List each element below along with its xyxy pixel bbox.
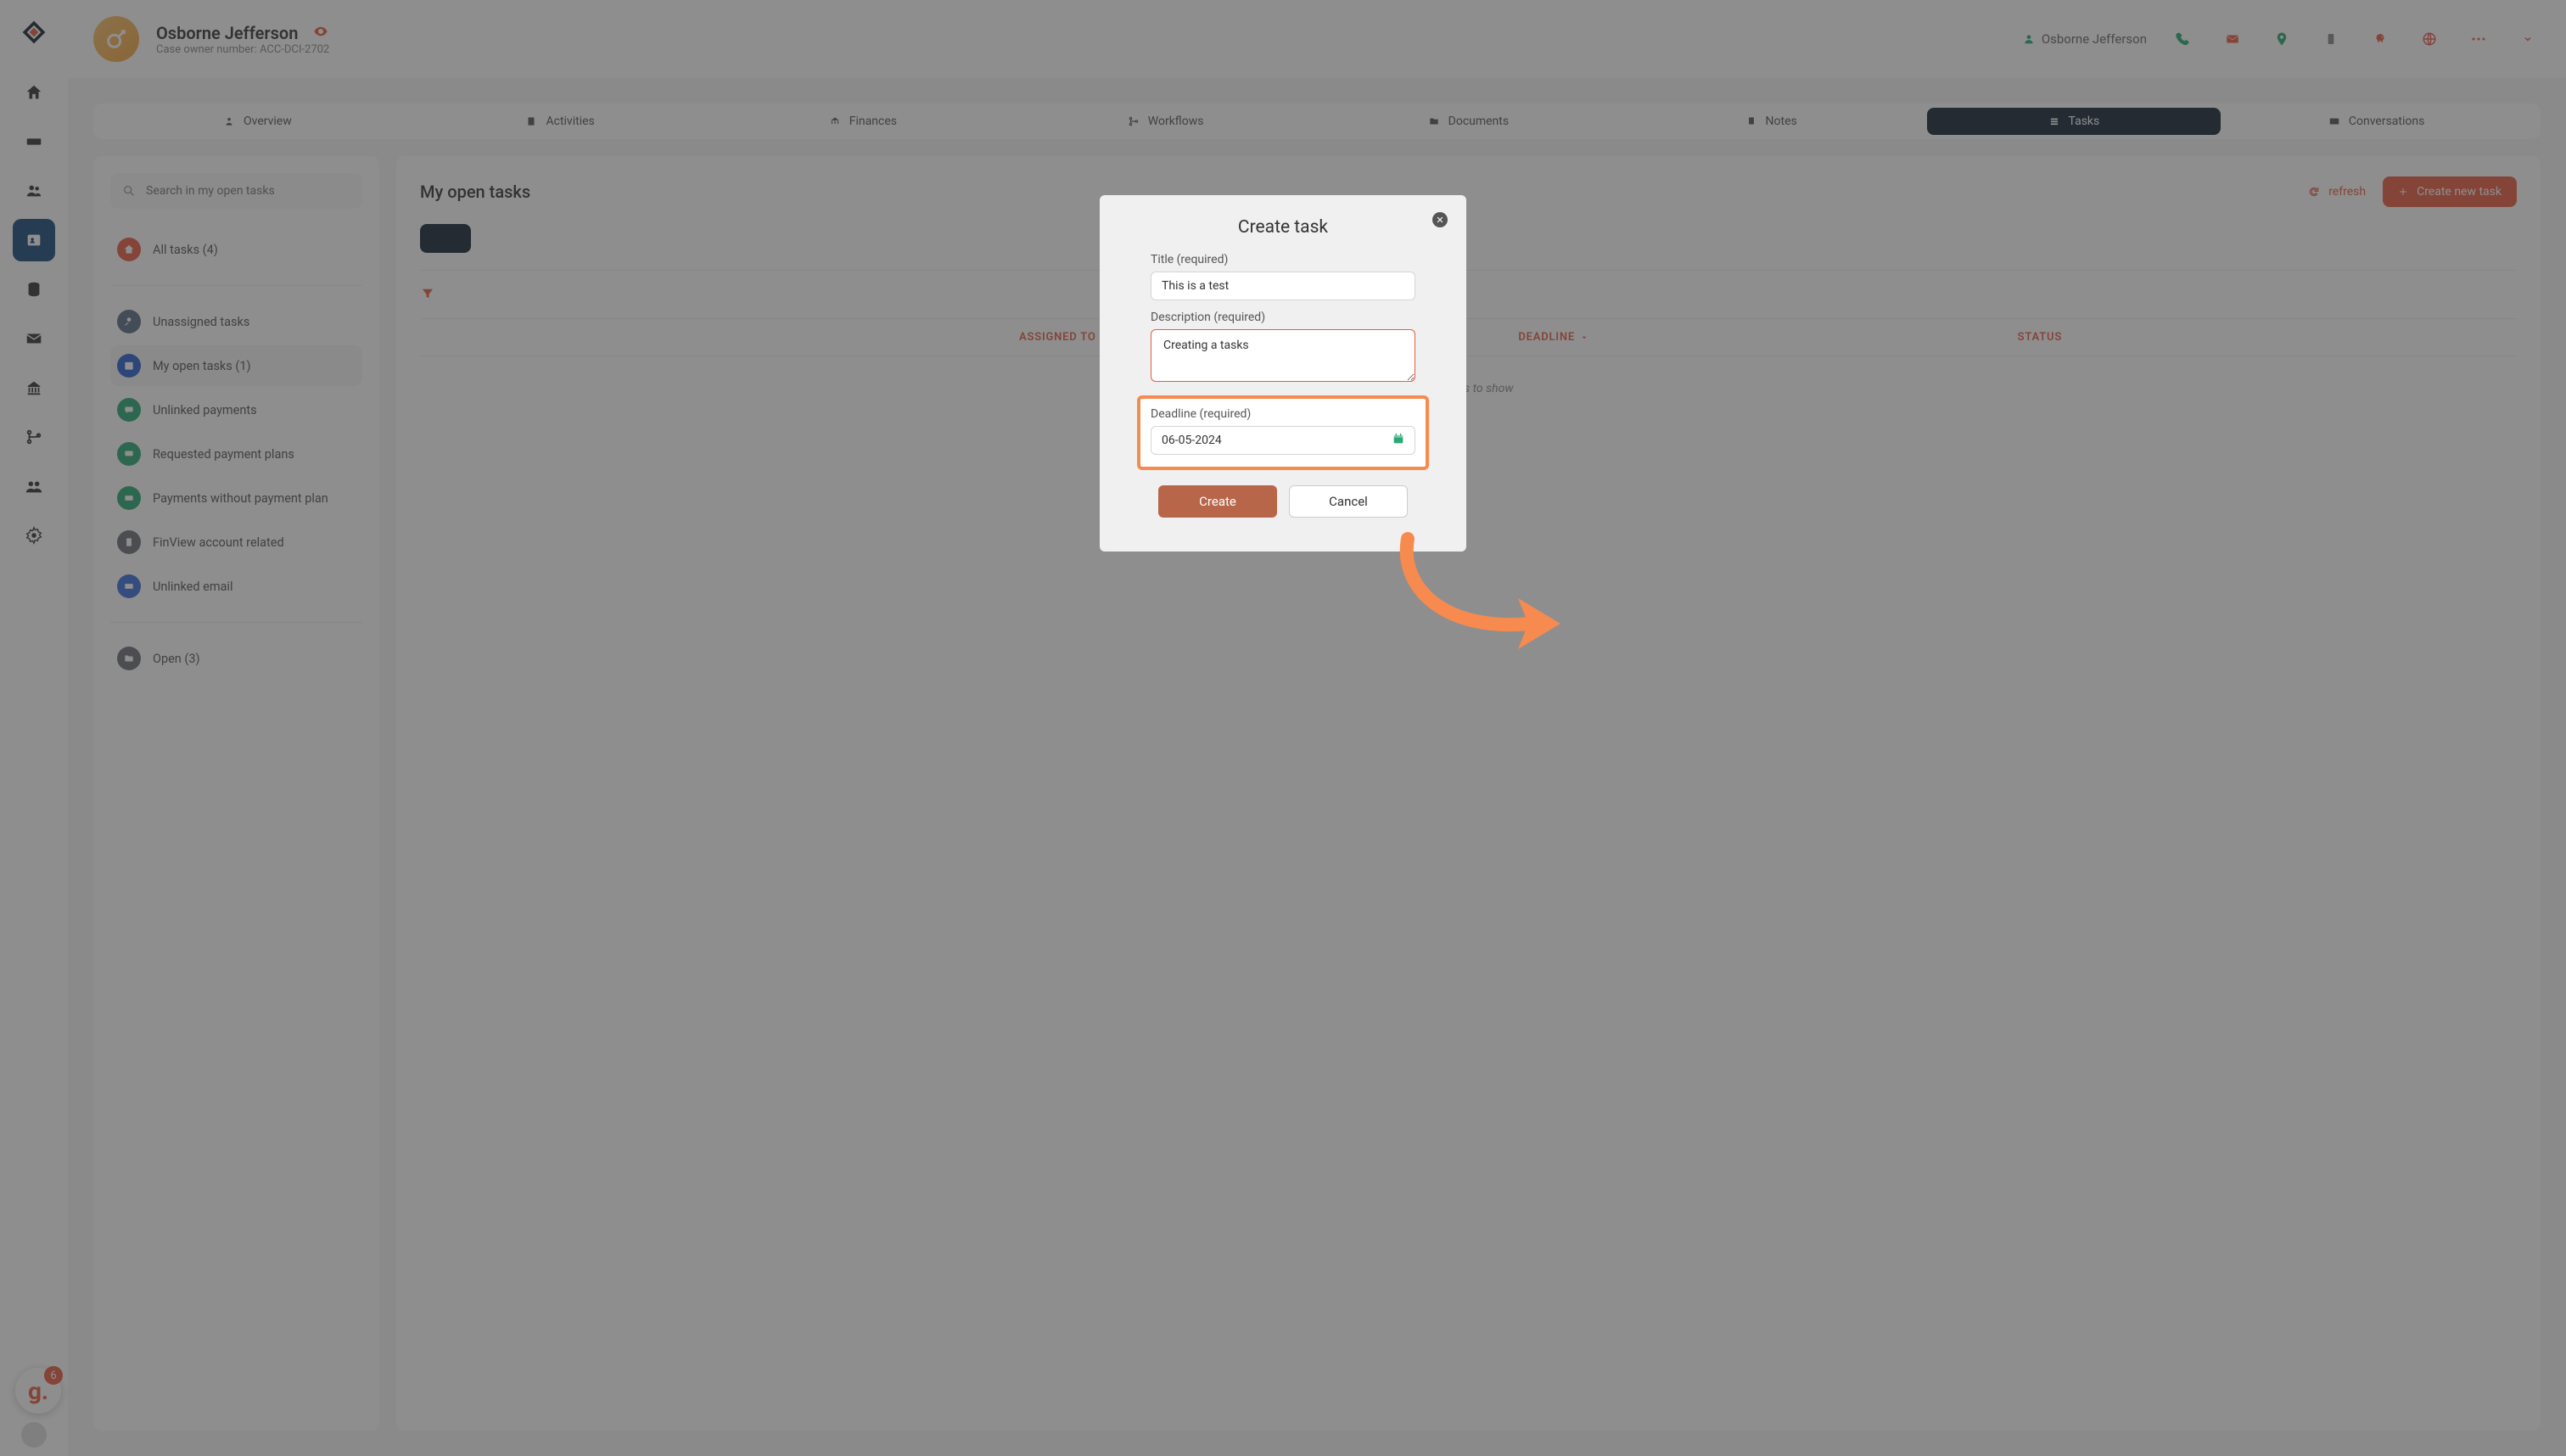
description-label: Description (required) [1151, 311, 1415, 324]
description-input[interactable] [1151, 329, 1415, 382]
annotation-arrow [1391, 526, 1569, 662]
title-label: Title (required) [1151, 253, 1415, 266]
title-input[interactable] [1151, 272, 1415, 300]
create-task-modal: Create task ✕ Title (required) Descripti… [1100, 195, 1466, 552]
deadline-label: Deadline (required) [1151, 407, 1415, 421]
create-button[interactable]: Create [1158, 485, 1277, 518]
calendar-icon[interactable] [1392, 432, 1405, 449]
deadline-input[interactable] [1151, 426, 1415, 455]
modal-close-button[interactable]: ✕ [1432, 212, 1448, 227]
modal-overlay[interactable]: Create task ✕ Title (required) Descripti… [0, 0, 2566, 1456]
deadline-highlight: Deadline (required) [1137, 395, 1429, 470]
modal-title: Create task [1100, 217, 1466, 238]
cancel-button[interactable]: Cancel [1289, 485, 1408, 518]
